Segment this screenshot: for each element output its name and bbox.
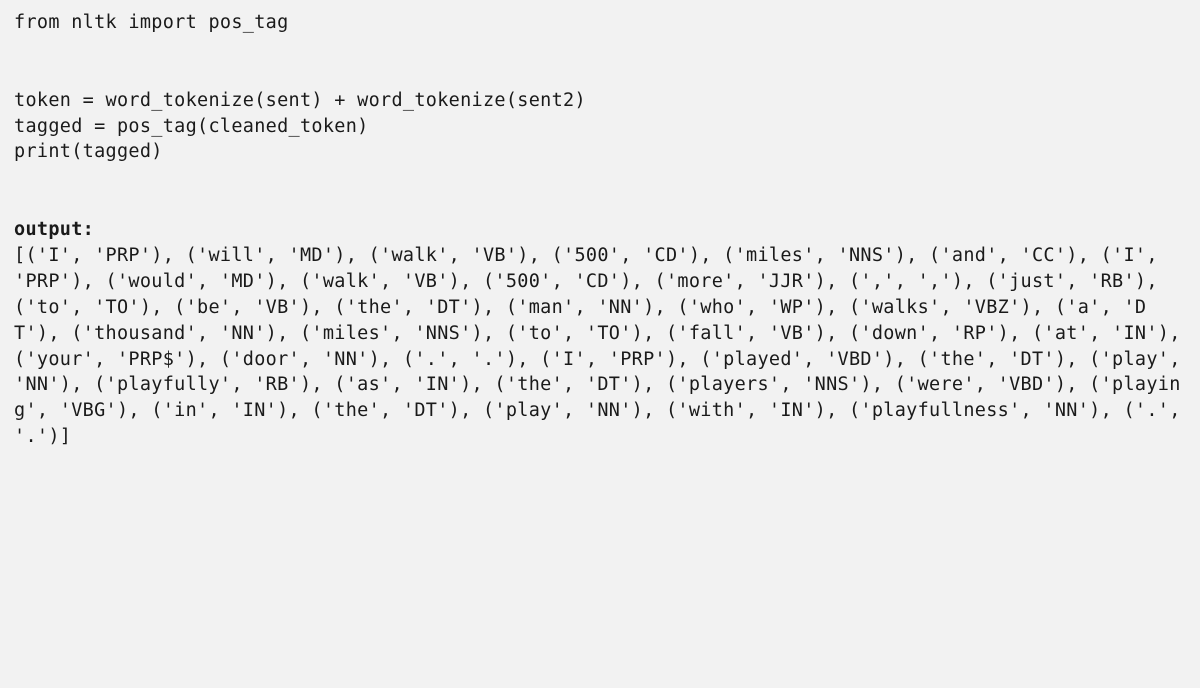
output-label: output: — [14, 217, 1186, 243]
blank-line — [14, 165, 1186, 191]
blank-line — [14, 36, 1186, 62]
blank-line — [14, 62, 1186, 88]
output-text: [('I', 'PRP'), ('will', 'MD'), ('walk', … — [14, 243, 1186, 450]
code-line-tagged: tagged = pos_tag(cleaned_token) — [14, 114, 1186, 140]
code-line-token: token = word_tokenize(sent) + word_token… — [14, 88, 1186, 114]
blank-line — [14, 191, 1186, 217]
code-line-print: print(tagged) — [14, 139, 1186, 165]
code-line-import: from nltk import pos_tag — [14, 10, 1186, 36]
